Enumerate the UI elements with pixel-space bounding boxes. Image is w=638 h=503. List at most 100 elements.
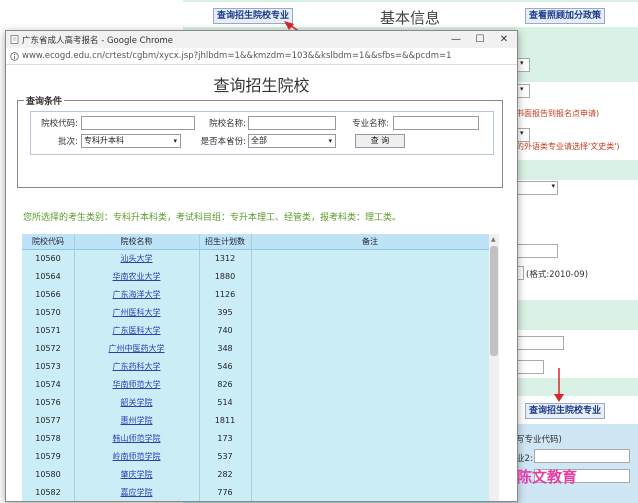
major-name-label: 专业名称: bbox=[352, 119, 389, 129]
cell-school-code: 10560 bbox=[35, 254, 61, 263]
table-row: 10577 惠州学院 1811 bbox=[22, 412, 489, 431]
cell-school-code: 10579 bbox=[35, 452, 61, 461]
query-submit-button[interactable]: 查 询 bbox=[355, 134, 405, 148]
cell-plan-count: 546 bbox=[217, 362, 233, 371]
info-icon[interactable] bbox=[10, 52, 19, 61]
cell-school-name[interactable]: 嘉应学院 bbox=[74, 484, 199, 501]
cell-plan-count: 1126 bbox=[214, 290, 236, 299]
column-divider bbox=[251, 234, 252, 501]
scroll-up-icon[interactable]: ▲ bbox=[491, 236, 496, 243]
cell-school-code: 10564 bbox=[35, 272, 61, 281]
cell-school-code: 10577 bbox=[35, 416, 61, 425]
cell-school-code: 10578 bbox=[35, 434, 61, 443]
window-title: 广东省成人高考报名 - Google Chrome bbox=[22, 36, 173, 46]
local-province-select[interactable]: 全部 ▾ bbox=[248, 134, 336, 148]
cell-plan-count: 776 bbox=[217, 488, 233, 497]
cell-school-name[interactable]: 广州医科大学 bbox=[74, 304, 199, 322]
cell-school-code: 10580 bbox=[35, 470, 61, 479]
table-row: 10566 广东海洋大学 1126 bbox=[22, 286, 489, 305]
cell-plan-count: 1312 bbox=[214, 254, 236, 263]
column-divider bbox=[74, 234, 75, 501]
school-code-label: 院校代码: bbox=[41, 119, 78, 129]
header-school-name: 院校名称 bbox=[120, 237, 153, 246]
header-school-code: 院校代码 bbox=[32, 237, 64, 246]
popup-window: 广东省成人高考报名 - Google Chrome — ☐ ✕ www.ecog… bbox=[5, 30, 518, 502]
cell-school-name[interactable]: 韶关学院 bbox=[74, 394, 199, 412]
batch-select[interactable]: 专科升本科 ▾ bbox=[81, 134, 181, 148]
table-row: 10573 广东药科大学 546 bbox=[22, 358, 489, 377]
table-row: 10570 广州医科大学 395 bbox=[22, 304, 489, 323]
cell-plan-count: 173 bbox=[217, 434, 233, 443]
cell-school-name[interactable]: 华南农业大学 bbox=[74, 268, 199, 286]
table-row: 10560 汕头大学 1312 bbox=[22, 250, 489, 269]
table-scrollbar[interactable]: ▲ bbox=[489, 234, 499, 501]
cell-plan-count: 282 bbox=[217, 470, 233, 479]
school-table: 院校代码 院校名称 招生计划数 备注 10560 汕头大学 1312 10564 华南农… bbox=[22, 234, 489, 501]
cell-school-name[interactable]: 汕头大学 bbox=[74, 250, 199, 268]
cell-plan-count: 537 bbox=[217, 452, 233, 461]
major-name-input[interactable] bbox=[393, 116, 479, 130]
table-row: 10576 韶关学院 514 bbox=[22, 394, 489, 413]
cell-plan-count: 740 bbox=[217, 326, 233, 335]
school-name-input[interactable] bbox=[248, 116, 336, 130]
cell-plan-count: 348 bbox=[217, 344, 233, 353]
cell-school-name[interactable]: 岭南师范学院 bbox=[74, 448, 199, 466]
cell-school-name[interactable]: 广州中医药大学 bbox=[74, 340, 199, 358]
cell-school-name[interactable]: 肇庆学院 bbox=[74, 466, 199, 484]
page-heading: 查询招生院校 bbox=[213, 76, 310, 95]
school-code-input[interactable] bbox=[81, 116, 195, 130]
cell-plan-count: 1811 bbox=[214, 416, 236, 425]
minimize-icon[interactable]: — bbox=[444, 32, 468, 47]
chevron-down-icon: ▾ bbox=[173, 137, 177, 145]
window-title-bar[interactable]: 广东省成人高考报名 - Google Chrome — ☐ ✕ bbox=[6, 31, 517, 48]
query-conditions-box: 院校代码: 院校名称: 专业名称: 批次: 专科升本科 ▾ 是否本省份: 全部 ▾ … bbox=[17, 100, 503, 188]
cell-plan-count: 395 bbox=[217, 308, 233, 317]
header-remark: 备注 bbox=[362, 237, 378, 246]
batch-label: 批次: bbox=[58, 137, 78, 147]
local-province-label: 是否本省份: bbox=[200, 137, 246, 147]
conditions-legend: 查询条件 bbox=[24, 94, 65, 107]
table-row: 10582 嘉应学院 776 bbox=[22, 484, 489, 501]
query-page: 查询招生院校 院校代码: 院校名称: 专业名称: 批次: 专科升本科 ▾ 是否本省… bbox=[6, 65, 517, 501]
cell-school-name[interactable]: 广东海洋大学 bbox=[74, 286, 199, 304]
cell-school-code: 10572 bbox=[35, 344, 61, 353]
batch-select-value: 专科升本科 bbox=[84, 136, 124, 145]
close-icon[interactable]: ✕ bbox=[492, 32, 516, 47]
cell-school-code: 10570 bbox=[35, 308, 61, 317]
cell-school-code: 10566 bbox=[35, 290, 61, 299]
cell-school-code: 10582 bbox=[35, 488, 61, 497]
cell-plan-count: 826 bbox=[217, 380, 233, 389]
selection-notice: 您所选择的考生类别：专科升本科类，考试科目组：专升本理工、经管类，报考科类：理工… bbox=[23, 213, 402, 223]
table-row: 10564 华南农业大学 1880 bbox=[22, 268, 489, 287]
watermark: 陈文教育 bbox=[517, 468, 578, 486]
page-url[interactable]: www.ecogd.edu.cn/crtest/cgbm/xycx.jsp?jh… bbox=[22, 51, 452, 61]
local-province-value: 全部 bbox=[251, 136, 267, 145]
cell-school-code: 10576 bbox=[35, 398, 61, 407]
header-plan-count: 招生计划数 bbox=[205, 237, 245, 246]
document-icon bbox=[10, 35, 19, 44]
chevron-down-icon: ▾ bbox=[328, 137, 332, 145]
column-divider bbox=[199, 234, 200, 501]
table-row: 10574 华南师范大学 826 bbox=[22, 376, 489, 395]
table-row: 10578 韩山师范学院 173 bbox=[22, 430, 489, 449]
cell-school-name[interactable]: 广东药科大学 bbox=[74, 358, 199, 376]
cell-school-name[interactable]: 惠州学院 bbox=[74, 412, 199, 430]
cell-school-name[interactable]: 韩山师范学院 bbox=[74, 430, 199, 448]
table-row: 10572 广州中医药大学 348 bbox=[22, 340, 489, 359]
table-header: 院校代码 院校名称 招生计划数 备注 bbox=[22, 234, 489, 250]
scrollbar-thumb[interactable] bbox=[490, 246, 498, 356]
cell-school-name[interactable]: 华南师范大学 bbox=[74, 376, 199, 394]
cell-school-code: 10574 bbox=[35, 380, 61, 389]
cell-school-name[interactable]: 广东医科大学 bbox=[74, 322, 199, 340]
table-body: 10560 汕头大学 1312 10564 华南农业大学 1880 10566 广东海洋大学 1… bbox=[22, 250, 489, 501]
table-row: 10571 广东医科大学 740 bbox=[22, 322, 489, 341]
cell-school-code: 10571 bbox=[35, 326, 61, 335]
cell-plan-count: 1880 bbox=[214, 272, 236, 281]
cell-school-code: 10573 bbox=[35, 362, 61, 371]
cell-plan-count: 514 bbox=[217, 398, 233, 407]
table-row: 10580 肇庆学院 282 bbox=[22, 466, 489, 485]
school-name-label: 院校名称: bbox=[209, 119, 246, 129]
maximize-icon[interactable]: ☐ bbox=[468, 32, 492, 47]
table-row: 10579 岭南师范学院 537 bbox=[22, 448, 489, 467]
address-bar[interactable]: www.ecogd.edu.cn/crtest/cgbm/xycx.jsp?jh… bbox=[6, 48, 517, 65]
